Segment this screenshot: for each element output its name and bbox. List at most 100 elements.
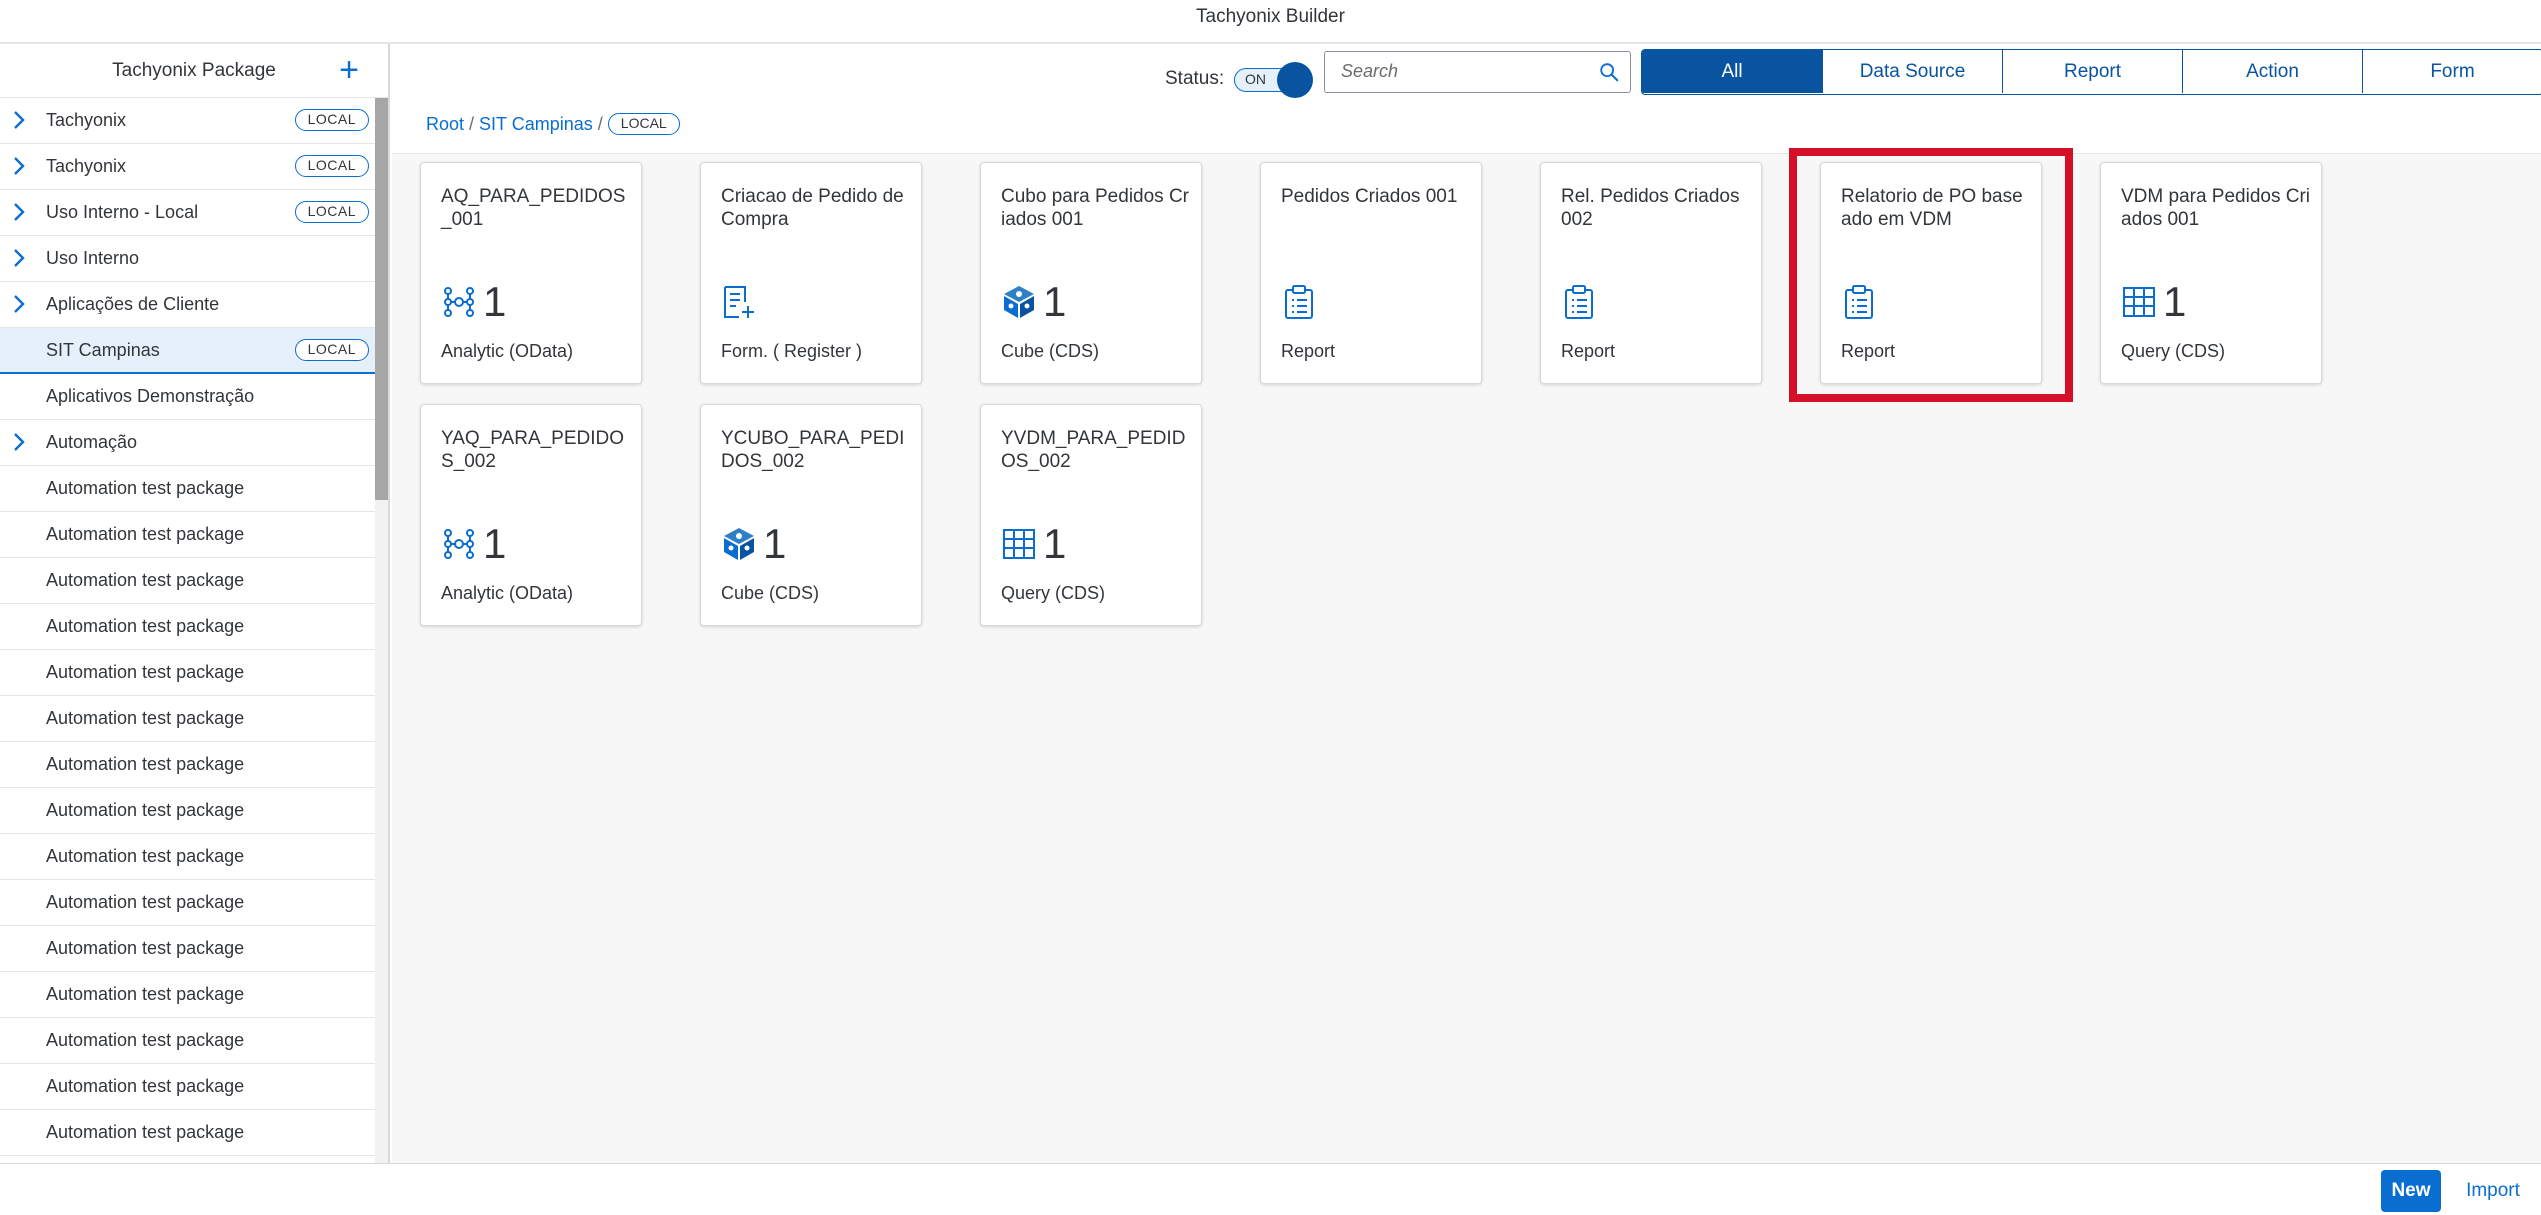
analytic-network-icon [444, 529, 474, 559]
sidebar-item[interactable]: Automation test package [0, 742, 375, 788]
artifact-card[interactable]: YVDM_PARA_PEDIDOS_002 1 Query (CDS) [980, 404, 1202, 626]
type-filter-segmented-button: All Data Source Report Action Form [1641, 49, 2541, 95]
sidebar-item[interactable]: Automation test package [0, 1064, 375, 1110]
artifact-card[interactable]: Criacao de Pedido de Compra Form. ( Regis… [700, 162, 922, 384]
sidebar-item-label: Uso Interno [46, 248, 140, 268]
cube-icon [724, 528, 754, 560]
artifact-card[interactable]: Cubo para Pedidos Criados 001 1 Cube (CDS) [980, 162, 1202, 384]
sidebar-item-label: SIT Campinas [46, 340, 160, 360]
add-package-button[interactable]: + [332, 44, 366, 98]
artifact-card[interactable]: YAQ_PARA_PEDIDOS_002 1 Analytic (OData) [420, 404, 642, 626]
search-field[interactable] [1324, 51, 1631, 93]
sidebar-item[interactable]: SIT Campinas LOCAL [0, 328, 375, 374]
card-type-label: Report [1561, 341, 1616, 361]
chevron-right-icon [14, 249, 25, 267]
artifact-card[interactable]: AQ_PARA_PEDIDOS_001 1 Analytic (OData) [420, 162, 642, 384]
sidebar-item[interactable]: Automation test package [0, 1018, 375, 1064]
breadcrumb-root-link[interactable]: Root [426, 114, 464, 135]
filter-report-button[interactable]: Report [2002, 50, 2182, 93]
cube-icon [1004, 286, 1034, 318]
filter-all-button[interactable]: All [1642, 50, 1822, 93]
card-title: AQ_PARA_PEDIDOS_001 [441, 186, 626, 230]
artifact-card[interactable]: Pedidos Criados 001 Report [1260, 162, 1482, 384]
sidebar-item[interactable]: Tachyonix LOCAL [0, 144, 375, 190]
sidebar-item[interactable]: Automation test package [0, 512, 375, 558]
card-kpi: 1 [2121, 279, 2186, 325]
table-grid-icon [1003, 529, 1035, 559]
plus-icon: + [339, 51, 359, 89]
card-title: YAQ_PARA_PEDIDOS_002 [441, 428, 625, 472]
search-icon[interactable] [1598, 61, 1620, 83]
sidebar-item[interactable]: Automation test package [0, 926, 375, 972]
card-kpi [721, 279, 757, 325]
sidebar-item-label: Automation test package [46, 478, 245, 498]
breadcrumb-package-link[interactable]: SIT Campinas [479, 114, 593, 135]
filter-action-button[interactable]: Action [2182, 50, 2362, 93]
clipboard-report-icon [1285, 285, 1313, 319]
breadcrumb: Root / SIT Campinas / LOCAL [426, 109, 680, 139]
expand-chevron[interactable] [8, 98, 30, 142]
import-button[interactable]: Import [2458, 1170, 2528, 1212]
sidebar-item-label: Automation test package [46, 1076, 245, 1096]
card-title: YVDM_PARA_PEDIDOS_002 [1001, 428, 1186, 472]
card-kpi: 1 [721, 521, 786, 567]
sidebar-item[interactable]: Automation test package [0, 558, 375, 604]
card-title: Criacao de Pedido de Compra [721, 186, 904, 230]
expand-chevron[interactable] [8, 190, 30, 234]
sidebar-item[interactable]: Automation test package [0, 604, 375, 650]
artifact-card[interactable]: Relatorio de PO baseado em VDM Report [1820, 162, 2042, 384]
sidebar-item[interactable]: Automation test package [0, 1110, 375, 1156]
sidebar-item[interactable]: Automation test package [0, 834, 375, 880]
sidebar-item[interactable]: Aplicações de Cliente [0, 282, 375, 328]
sidebar-item[interactable]: Uso Interno [0, 236, 375, 282]
artifact-card[interactable]: Rel. Pedidos Criados 002 Report [1540, 162, 1762, 384]
card-kpi: 1 [1001, 521, 1066, 567]
sidebar-item[interactable]: Aplicativos Demonstração [0, 374, 375, 420]
chevron-right-icon [14, 203, 25, 221]
filter-form-button[interactable]: Form [2362, 50, 2541, 93]
app-title: Tachyonix Builder [0, 0, 2541, 44]
main-content: Status: ON AllData SourceReportActionFor… [392, 44, 2541, 1164]
card-type-label: Report [1281, 341, 1336, 361]
filter-data-source-button[interactable]: Data Source [1822, 50, 2002, 93]
table-grid-icon [2123, 287, 2155, 317]
expand-chevron[interactable] [8, 282, 30, 326]
card-title: Relatorio de PO baseado em VDM [1841, 186, 2023, 230]
analytic-network-icon [444, 287, 474, 317]
sidebar-item[interactable]: Uso Interno - Local LOCAL [0, 190, 375, 236]
card-count: 1 [483, 520, 507, 567]
sidebar-item-label: Automation test package [46, 754, 245, 774]
card-count: 1 [483, 278, 507, 325]
sidebar-item[interactable]: Automation test package [0, 650, 375, 696]
expand-chevron[interactable] [8, 420, 30, 464]
expand-chevron[interactable] [8, 144, 30, 188]
card-kpi: 1 [441, 279, 506, 325]
sidebar-item[interactable]: Automação [0, 420, 375, 466]
sidebar-item-label: Tachyonix [46, 156, 127, 176]
card-type-label: Report [1841, 341, 1896, 361]
artifact-card[interactable]: VDM para Pedidos Criados 001 1 Query (CDS) [2100, 162, 2322, 384]
sidebar-header: Tachyonix Package + [0, 44, 388, 98]
clipboard-report-icon [1565, 285, 1593, 319]
sidebar-item[interactable]: Automation test package [0, 696, 375, 742]
package-tree: Tachyonix LOCAL Tachyonix LOCAL Uso Interno … [0, 98, 375, 1156]
sidebar-item[interactable]: Automation test package [0, 880, 375, 926]
new-button[interactable]: New [2381, 1170, 2441, 1212]
sidebar-item[interactable]: Automation test package [0, 788, 375, 834]
sidebar-scrollbar-thumb[interactable] [375, 98, 388, 500]
sidebar-item[interactable]: Automation test package [0, 466, 375, 512]
footer-toolbar: New Import [0, 1163, 2541, 1215]
chevron-right-icon [14, 157, 25, 175]
sidebar-item[interactable]: Automation test package [0, 972, 375, 1018]
expand-chevron[interactable] [8, 236, 30, 280]
local-badge: LOCAL [294, 339, 369, 361]
search-input[interactable] [1325, 52, 1575, 90]
sidebar-item[interactable]: Tachyonix LOCAL [0, 98, 375, 144]
status-label: Status: [1165, 68, 1225, 89]
status-toggle[interactable]: ON [1234, 58, 1314, 98]
card-kpi [1841, 279, 1877, 325]
card-type-label: Cube (CDS) [721, 583, 820, 603]
sidebar-scrollbar[interactable] [375, 98, 388, 1164]
sidebar-item-label: Automation test package [46, 1030, 245, 1050]
artifact-card[interactable]: YCUBO_PARA_PEDIDOS_002 1 Cube (CDS) [700, 404, 922, 626]
